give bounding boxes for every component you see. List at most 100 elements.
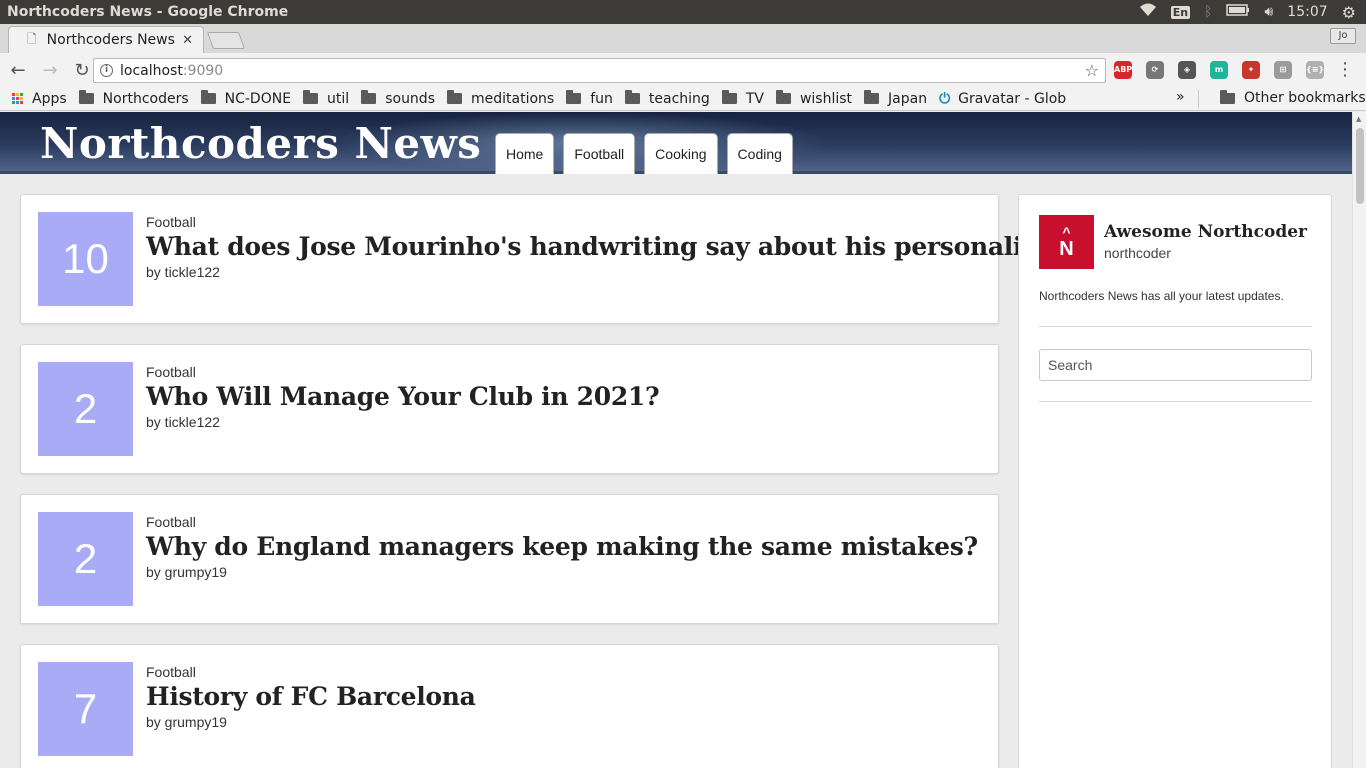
bookmark-folder-meditations[interactable]: meditations (447, 90, 555, 107)
article-topic[interactable]: Football (146, 214, 196, 230)
url-host: localhost (120, 62, 183, 79)
article-title[interactable]: History of FC Barcelona (146, 682, 476, 711)
reload-icon[interactable]: ↻ (68, 60, 96, 81)
article-author[interactable]: by grumpy19 (146, 714, 227, 730)
bookmark-folder-wishlist[interactable]: wishlist (775, 90, 853, 107)
apps-grid-icon (12, 93, 23, 104)
system-tray: En ᛒ 🔊︎ 15:07 ⚙ (1139, 3, 1366, 22)
profile-button[interactable]: Jo (1330, 28, 1356, 44)
bookmark-label: meditations (471, 90, 555, 107)
search-input[interactable] (1039, 349, 1312, 381)
clock[interactable]: 15:07 (1287, 4, 1327, 20)
article-card[interactable]: 10 Football What does Jose Mourinho's ha… (20, 194, 1062, 324)
bookmark-folder-other[interactable]: Other bookmarks (1220, 89, 1366, 106)
article-card[interactable]: 2 Football Why do England managers keep … (20, 494, 999, 624)
chrome-menu-icon[interactable]: ⋮ (1336, 59, 1354, 80)
scroll-up-arrow-icon[interactable]: ▲ (1356, 115, 1361, 123)
bookmark-label: TV (745, 90, 764, 107)
bookmark-apps[interactable]: Apps (12, 91, 67, 107)
article-topic[interactable]: Football (146, 664, 196, 680)
site-info-icon[interactable]: i (100, 64, 113, 77)
page-scrollbar[interactable]: ▲ (1352, 112, 1366, 768)
nav-tab-football[interactable]: Football (563, 133, 636, 174)
wifi-icon[interactable] (1139, 3, 1157, 21)
bookmark-folder-util[interactable]: util (303, 90, 350, 107)
folder-icon (303, 90, 319, 104)
article-author[interactable]: by tickle122 (146, 264, 220, 280)
bookmark-folder-fun[interactable]: fun (566, 90, 613, 107)
window-title: Northcoders News - Google Chrome (7, 4, 289, 20)
bookmark-label: wishlist (799, 90, 853, 107)
document-icon: 🗋 (27, 31, 37, 46)
keyboard-language-indicator[interactable]: En (1170, 5, 1191, 19)
user-sidebar: ^ N Awesome Northcoder northcoder Northc… (1018, 194, 1332, 768)
article-title[interactable]: Who Will Manage Your Club in 2021? (146, 382, 660, 411)
browser-tab-active[interactable]: 🗋 Northcoders News ✕ (8, 26, 204, 53)
article-author[interactable]: by tickle122 (146, 414, 220, 430)
article-title[interactable]: What does Jose Mourinho's handwriting sa… (146, 232, 1062, 261)
bookmark-folder-tv[interactable]: TV (721, 90, 764, 107)
divider (1039, 326, 1312, 327)
gravatar-icon: ⏻ (939, 90, 951, 107)
article-topic[interactable]: Football (146, 514, 196, 530)
m-extension-icon[interactable]: m (1210, 61, 1228, 79)
bookmark-label: NC-DONE (224, 90, 292, 107)
username: northcoder (1104, 245, 1171, 261)
article-title[interactable]: Why do England managers keep making the … (146, 532, 978, 561)
new-tab-button[interactable] (206, 32, 246, 49)
folder-icon (447, 90, 462, 104)
close-tab-icon[interactable]: ✕ (182, 33, 193, 48)
nav-tab-home[interactable]: Home (495, 133, 555, 174)
bookmark-folder-sounds[interactable]: sounds (361, 90, 435, 107)
nav-tab-coding[interactable]: Coding (726, 133, 793, 174)
json-extension-icon[interactable]: {≡} (1306, 61, 1324, 79)
bookmark-folder-nc-done[interactable]: NC-DONE (200, 90, 292, 107)
bookmark-label: teaching (648, 90, 710, 107)
bookmark-folder-northcoders[interactable]: Northcoders (78, 90, 189, 107)
sync-icon[interactable]: ⟳ (1146, 61, 1164, 79)
grid-extension-icon[interactable]: ⊞ (1274, 61, 1292, 79)
vote-count: 2 (38, 362, 133, 456)
more-bookmarks-chevron[interactable]: » (1176, 89, 1185, 105)
page-viewport: Northcoders News Home Football Cooking C… (0, 112, 1366, 768)
folder-icon (566, 90, 582, 104)
folder-icon (864, 90, 880, 104)
settings-gear-icon[interactable]: ⚙ (1342, 3, 1356, 22)
article-card[interactable]: 7 Football History of FC Barcelona by gr… (20, 644, 999, 768)
bookmark-star-icon[interactable]: ☆ (1085, 61, 1099, 80)
nav-tab-cooking[interactable]: Cooking (644, 133, 718, 174)
bookmark-folder-teaching[interactable]: teaching (624, 90, 710, 107)
bookmark-label: Japan (888, 90, 928, 107)
extension-icons: ABP ⟳ ◈ m ✦ ⊞ {≡} (1114, 61, 1324, 79)
bookmark-label: Gravatar - Global (958, 90, 1068, 107)
user-display-name: Awesome Northcoder (1104, 222, 1307, 242)
battery-icon[interactable] (1226, 4, 1250, 20)
back-arrow-icon[interactable]: ← (4, 60, 32, 81)
folder-icon (78, 90, 94, 104)
url-port: :9090 (182, 62, 224, 79)
folder-icon (624, 90, 640, 104)
divider (1039, 401, 1312, 402)
northcoders-logo: ^ N (1039, 215, 1094, 269)
folder-icon (200, 90, 216, 104)
bookmark-folder-japan[interactable]: Japan (864, 90, 928, 107)
volume-icon[interactable]: 🔊︎ (1264, 4, 1273, 20)
bluetooth-icon[interactable]: ᛒ (1204, 4, 1212, 20)
article-card[interactable]: 2 Football Who Will Manage Your Club in … (20, 344, 999, 474)
bookmark-label: util (327, 90, 350, 107)
puzzle-red-icon[interactable]: ✦ (1242, 61, 1260, 79)
logo-caret: ^ (1062, 224, 1071, 240)
article-topic[interactable]: Football (146, 364, 196, 380)
article-author[interactable]: by grumpy19 (146, 564, 227, 580)
forward-arrow-icon[interactable]: → (36, 60, 64, 81)
tag-icon[interactable]: ◈ (1178, 61, 1196, 79)
logo-letter: N (1059, 238, 1074, 260)
site-title[interactable]: Northcoders News (40, 119, 481, 168)
address-bar[interactable]: i localhost:9090 ☆ (93, 58, 1106, 83)
bookmark-gravatar[interactable]: ⏻ Gravatar - Global (939, 91, 1067, 107)
folder-icon (775, 90, 791, 104)
tab-title: Northcoders News (46, 32, 175, 48)
bookmark-label: Northcoders (102, 90, 189, 107)
scrollbar-thumb[interactable] (1356, 128, 1364, 204)
adblock-plus-icon[interactable]: ABP (1114, 61, 1132, 79)
